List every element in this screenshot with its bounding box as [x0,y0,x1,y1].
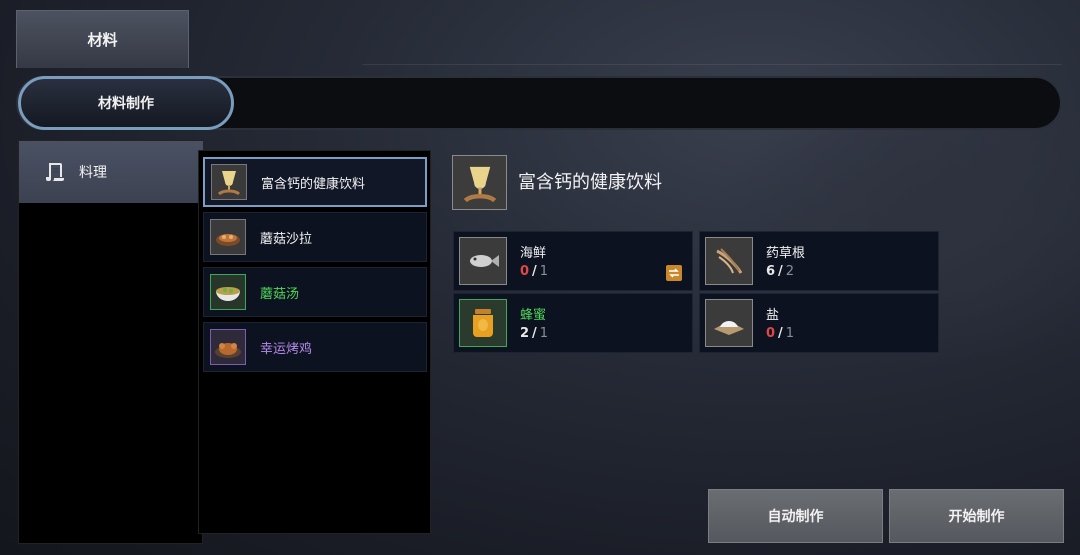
recipe-name: 富含钙的健康饮料 [261,176,366,192]
recipe-name: 幸运烤鸡 [260,341,313,357]
ingredient-name: 海鲜 [520,246,547,261]
header-divider [362,64,1062,65]
ingredient-quantity: 2/1 [520,326,549,341]
detail-title: 富含钙的健康饮料 [518,172,662,193]
recipe-item-calcium-drink[interactable]: 富含钙的健康饮料 [203,157,427,207]
ingredient-quantity: 0/1 [520,264,549,279]
tab-materials[interactable]: 材料 [16,10,189,68]
recipe-name: 蘑菇沙拉 [260,231,313,247]
category-label: 材料制作 [98,96,154,112]
transfer-icon[interactable] [666,265,682,281]
roast-chicken-icon [210,329,246,365]
scroll-icon [43,160,67,184]
salt-icon [705,299,753,347]
start-craft-button[interactable]: 开始制作 [889,489,1064,543]
recipe-item-lucky-roast-chicken[interactable]: 幸运烤鸡 [203,322,427,372]
ingredient-name: 盐 [766,308,780,323]
auto-craft-button[interactable]: 自动制作 [708,489,883,543]
ingredient-quantity: 0/1 [766,326,795,341]
sidebar-item-cooking[interactable]: 料理 [19,141,203,203]
ingredient-herb-root[interactable]: 药草根 6/2 [699,231,939,291]
sidebar-item-label: 料理 [79,165,107,181]
ingredient-seafood[interactable]: 海鲜 0/1 [453,231,693,291]
category-material-crafting[interactable]: 材料制作 [18,76,234,130]
ingredient-name: 药草根 [766,246,806,261]
ingredient-name: 蜂蜜 [520,308,547,323]
left-category-panel: 料理 [18,140,203,544]
start-craft-label: 开始制作 [948,509,1005,525]
drink-icon [211,164,247,200]
salad-icon [210,219,246,255]
ingredient-honey[interactable]: 蜂蜜 2/1 [453,293,693,353]
soup-icon [210,274,246,310]
recipe-item-mushroom-soup[interactable]: 蘑菇汤 [203,267,427,317]
recipe-list: 富含钙的健康饮料 蘑菇沙拉 蘑菇汤 幸运烤鸡 [198,150,431,534]
fish-icon [459,237,507,285]
drink-icon [452,155,507,210]
ingredient-quantity: 6/2 [766,264,795,279]
ingredient-salt[interactable]: 盐 0/1 [699,293,939,353]
herb-root-icon [705,237,753,285]
recipe-item-mushroom-salad[interactable]: 蘑菇沙拉 [203,212,427,262]
tab-materials-label: 材料 [87,31,118,49]
honey-jar-icon [459,299,507,347]
recipe-name: 蘑菇汤 [260,286,300,302]
auto-craft-label: 自动制作 [767,509,824,525]
